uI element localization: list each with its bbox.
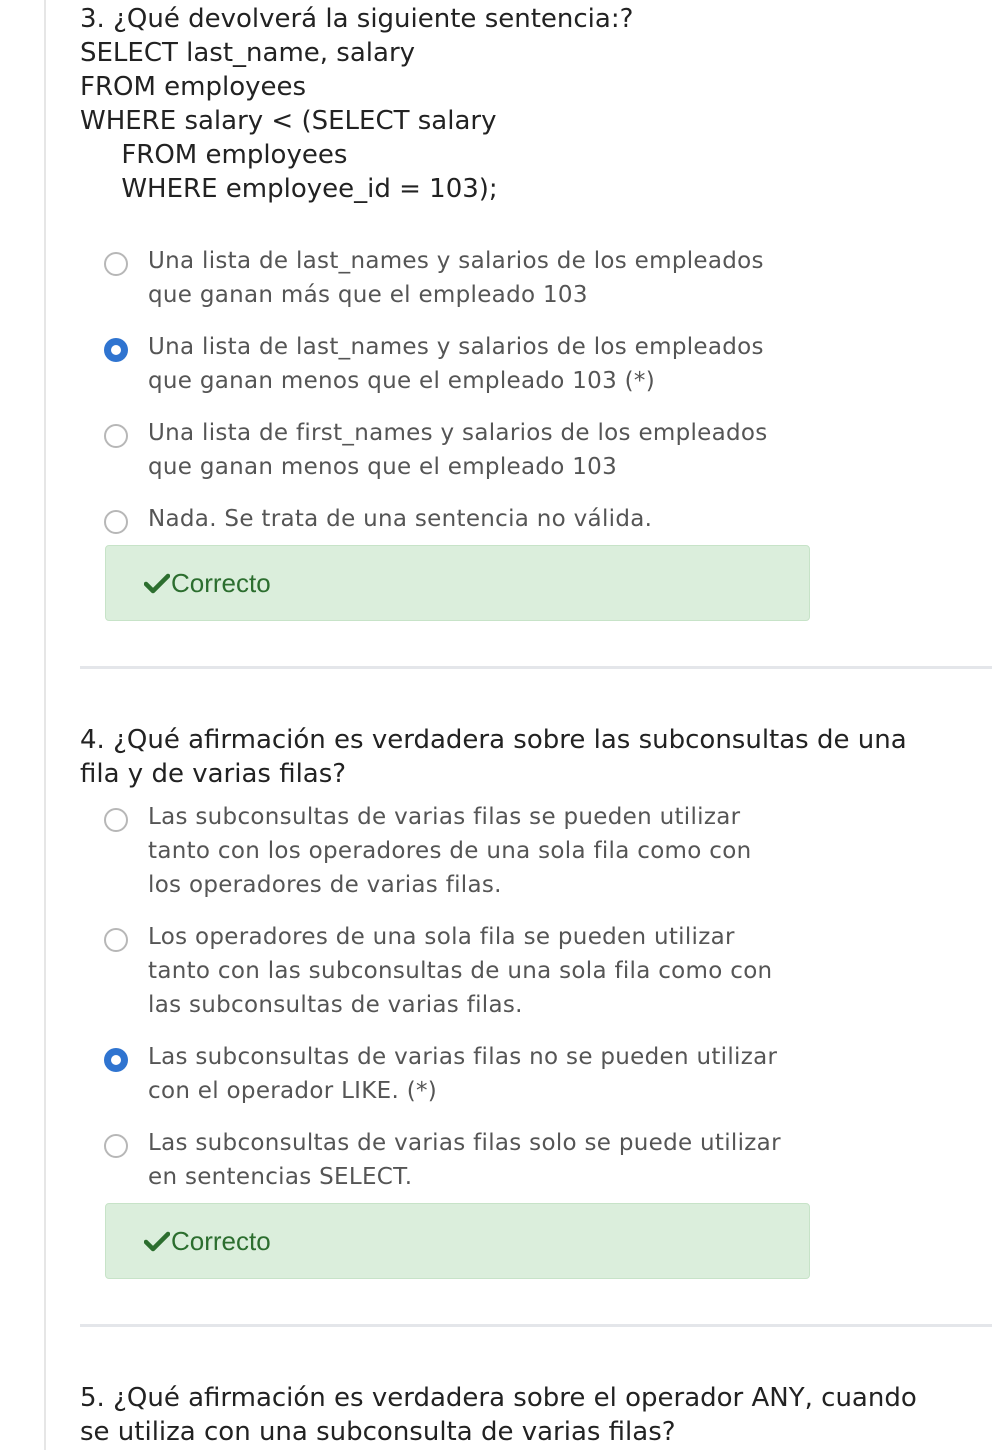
- radio-button[interactable]: [104, 1134, 128, 1158]
- question-title-line: FROM employees: [80, 140, 348, 170]
- radio-button-selected[interactable]: [104, 338, 128, 362]
- question-title-line: WHERE salary < (SELECT salary: [80, 106, 497, 136]
- option-line: Los operadores de una sola fila se puede…: [148, 924, 735, 950]
- radio-button[interactable]: [104, 252, 128, 276]
- option-line: Las subconsultas de varias filas solo se…: [148, 1130, 781, 1156]
- question-divider: [80, 666, 992, 669]
- radio-button[interactable]: [104, 928, 128, 952]
- option-line: tanto con los operadores de una sola fil…: [148, 838, 752, 864]
- question-title-line: 3. ¿Qué devolverá la siguiente sentencia…: [80, 4, 634, 34]
- option-line: Las subconsultas de varias filas se pued…: [148, 804, 741, 830]
- question-divider: [80, 1324, 992, 1327]
- question-title-line: 5. ¿Qué afirmación es verdadera sobre el…: [80, 1383, 917, 1413]
- check-icon: [144, 573, 170, 594]
- radio-button[interactable]: [104, 424, 128, 448]
- option-line: con el operador LIKE. (*): [148, 1078, 438, 1104]
- option-line: Una lista de first_names y salarios de l…: [148, 420, 768, 446]
- option-line: Una lista de last_names y salarios de lo…: [148, 334, 764, 360]
- option-line: tanto con las subconsultas de una sola f…: [148, 958, 773, 984]
- feedback-text: Correcto: [171, 568, 271, 598]
- question-title-line: WHERE employee_id = 103);: [80, 174, 498, 204]
- option-line: que ganan menos que el empleado 103: [148, 454, 618, 480]
- option-line: Las subconsultas de varias filas no se p…: [148, 1044, 778, 1070]
- option-line: en sentencias SELECT.: [148, 1164, 413, 1190]
- question-3: 3. ¿Qué devolverá la siguiente sentencia…: [80, 2, 980, 206]
- feedback-correct: Correcto: [105, 545, 810, 621]
- question-title-line: 4. ¿Qué afirmación es verdadera sobre la…: [80, 725, 907, 755]
- option-line: Una lista de last_names y salarios de lo…: [148, 248, 764, 274]
- radio-button-selected[interactable]: [104, 1048, 128, 1072]
- option-line: los operadores de varias filas.: [148, 872, 502, 898]
- question-title-line: SELECT last_name, salary: [80, 38, 416, 68]
- feedback-text: Correcto: [171, 1226, 271, 1256]
- feedback-correct: Correcto: [105, 1203, 810, 1279]
- option-line: Nada. Se trata de una sentencia no válid…: [148, 506, 653, 532]
- radio-button[interactable]: [104, 510, 128, 534]
- option-line: que ganan más que el empleado 103: [148, 282, 588, 308]
- question-title-line: se utiliza con una subconsulta de varias…: [80, 1417, 676, 1447]
- check-icon: [144, 1231, 170, 1252]
- question-title-line: FROM employees: [80, 72, 307, 102]
- left-border: [44, 0, 46, 1450]
- question-4: 4. ¿Qué afirmación es verdadera sobre la…: [80, 723, 980, 791]
- question-5: 5. ¿Qué afirmación es verdadera sobre el…: [80, 1381, 980, 1449]
- radio-button[interactable]: [104, 808, 128, 832]
- question-title-line: fila y de varias filas?: [80, 759, 347, 789]
- option-line: que ganan menos que el empleado 103 (*): [148, 368, 656, 394]
- option-line: las subconsultas de varias filas.: [148, 992, 523, 1018]
